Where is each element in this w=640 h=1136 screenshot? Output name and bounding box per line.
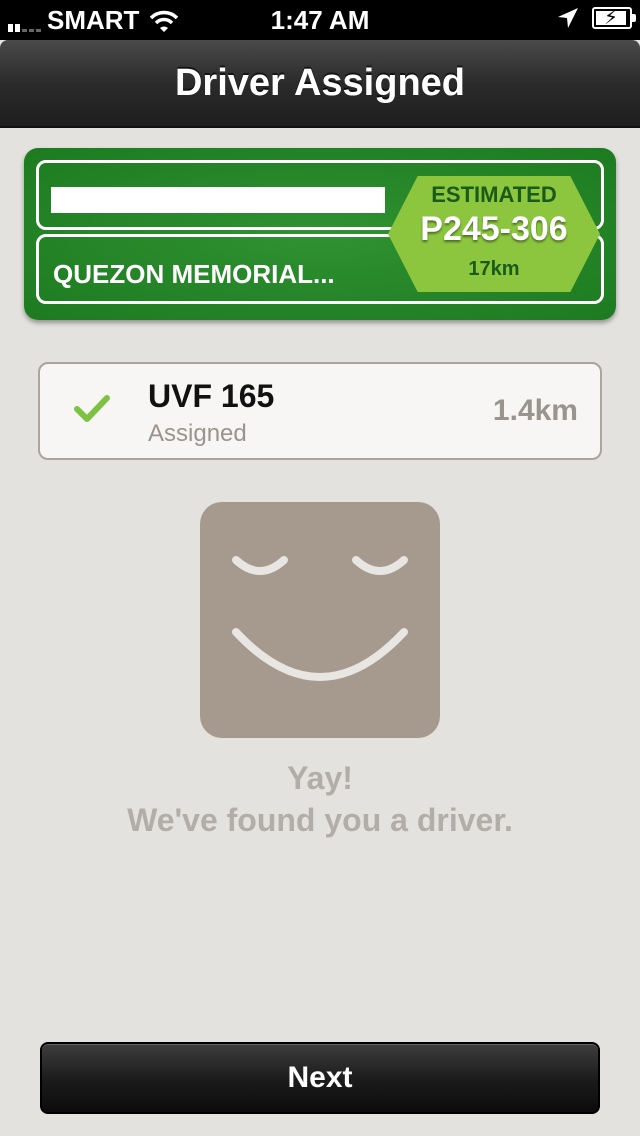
smiley-icon	[200, 502, 440, 738]
estimate-fare: P245-306	[420, 210, 568, 248]
check-icon	[74, 395, 110, 422]
driver-distance: 1.4km	[492, 394, 578, 427]
page-title: Driver Assigned	[174, 62, 466, 104]
status-bar: SMART 1:47 AM ⚡	[0, 0, 640, 40]
success-message-body: We've found you a driver.	[127, 802, 513, 838]
status-time: 1:47 AM	[270, 5, 370, 35]
status-right: ⚡	[556, 6, 636, 30]
estimate-label: ESTIMATED	[431, 182, 557, 207]
destination-label: QUEZON MEMORIAL...	[53, 259, 335, 289]
driver-status: Assigned	[148, 420, 247, 447]
origin-field-redacted	[51, 187, 385, 213]
driver-card[interactable]: UVF 165 Assigned 1.4km	[38, 362, 602, 460]
next-button[interactable]: Next	[40, 1042, 600, 1114]
battery-icon: ⚡	[592, 7, 636, 29]
fare-estimate-badge: ESTIMATED P245-306 17km	[388, 176, 600, 292]
success-message-title: Yay!	[287, 760, 353, 796]
navigation-bar: Driver Assigned	[0, 40, 640, 128]
route-card: QUEZON MEMORIAL... ESTIMATED P245-306 17…	[24, 148, 616, 320]
estimate-distance: 17km	[468, 258, 520, 280]
driver-plate: UVF 165	[148, 378, 275, 414]
location-arrow-icon	[558, 8, 578, 28]
